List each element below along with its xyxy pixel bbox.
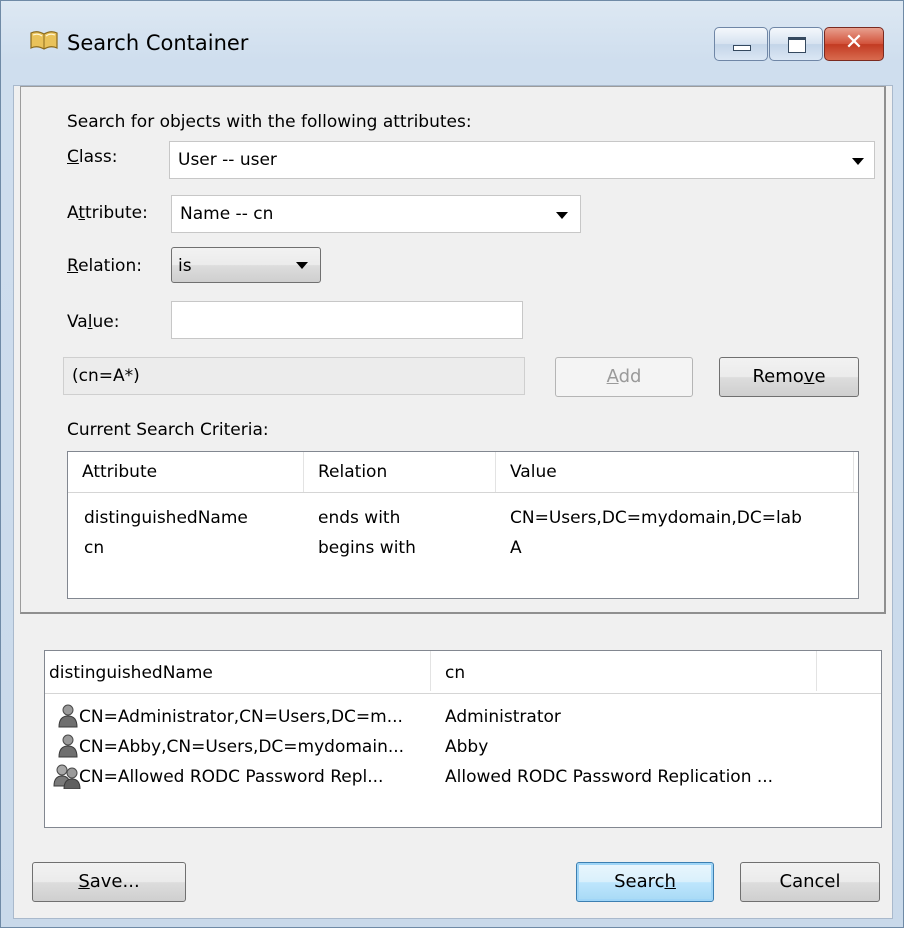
criteria-relation-cell: begins with	[318, 538, 416, 558]
save-button[interactable]: Save...	[32, 862, 186, 902]
result-cn-cell: Allowed RODC Password Replication ...	[445, 767, 774, 787]
column-header-value[interactable]: Value	[496, 452, 854, 492]
class-dropdown[interactable]: User -- user	[169, 141, 875, 179]
minimize-button[interactable]	[714, 27, 768, 61]
attribute-label: Attribute:	[67, 203, 148, 223]
results-list[interactable]: distinguishedName cn CN=Administrator,CN…	[44, 650, 882, 828]
criteria-list-header: Attribute Relation Value	[68, 452, 858, 493]
results-list-header: distinguishedName cn	[45, 651, 881, 694]
criteria-value-cell: A	[510, 538, 522, 558]
search-criteria-panel: Search for objects with the following at…	[20, 86, 886, 614]
current-criteria-label: Current Search Criteria:	[67, 420, 269, 440]
column-header-attribute[interactable]: Attribute	[68, 452, 304, 492]
column-header-cn[interactable]: cn	[431, 651, 817, 691]
search-intro-label: Search for objects with the following at…	[67, 112, 472, 132]
open-book-icon	[30, 31, 58, 50]
group-icon	[53, 764, 81, 789]
maximize-button[interactable]	[769, 27, 823, 61]
class-label: Class:	[67, 147, 118, 167]
cancel-button[interactable]: Cancel	[740, 862, 880, 902]
column-header-relation[interactable]: Relation	[304, 452, 496, 492]
value-input[interactable]	[171, 301, 523, 339]
chevron-down-icon	[852, 158, 864, 165]
add-button[interactable]: Add	[555, 357, 693, 397]
maximize-icon	[788, 37, 806, 53]
result-cn-cell: Abby	[445, 737, 489, 757]
user-icon	[58, 734, 78, 758]
relation-dropdown[interactable]: is	[171, 247, 321, 283]
criteria-value-cell: CN=Users,DC=mydomain,DC=lab	[510, 508, 802, 528]
criteria-list[interactable]: Attribute Relation Value distinguishedNa…	[67, 451, 859, 599]
chevron-down-icon	[556, 212, 568, 219]
user-icon	[58, 704, 78, 728]
criteria-attribute-cell: cn	[84, 538, 105, 558]
close-icon: ✕	[844, 30, 864, 55]
criteria-attribute-cell: distinguishedName	[84, 508, 248, 528]
result-dn-cell: CN=Allowed RODC Password Repl...	[79, 767, 384, 787]
result-dn-cell: CN=Administrator,CN=Users,DC=m...	[79, 707, 403, 727]
window-title: Search Container	[67, 31, 249, 55]
filter-preview-field: (cn=A*)	[63, 357, 525, 395]
attribute-value: Name -- cn	[180, 204, 274, 224]
result-dn-cell: CN=Abby,CN=Users,DC=mydomain...	[79, 737, 405, 757]
attribute-dropdown[interactable]: Name -- cn	[171, 195, 581, 233]
search-container-window: Search Container ✕ Search for objects wi…	[0, 0, 904, 928]
criteria-relation-cell: ends with	[318, 508, 401, 528]
title-bar[interactable]: Search Container ✕	[1, 1, 903, 85]
dialog-client-area: Search for objects with the following at…	[13, 85, 893, 919]
value-label: Value:	[67, 312, 120, 332]
chevron-down-icon	[296, 262, 308, 269]
column-header-distinguished-name[interactable]: distinguishedName	[45, 651, 431, 691]
search-button[interactable]: Search	[576, 862, 714, 902]
minimize-icon	[733, 45, 751, 51]
filter-text: (cn=A*)	[72, 366, 140, 386]
remove-button[interactable]: Remove	[719, 357, 859, 397]
relation-label: Relation:	[67, 256, 142, 276]
relation-value: is	[178, 256, 192, 276]
result-cn-cell: Administrator	[445, 707, 561, 727]
close-button[interactable]: ✕	[824, 27, 884, 61]
class-value: User -- user	[178, 150, 277, 170]
